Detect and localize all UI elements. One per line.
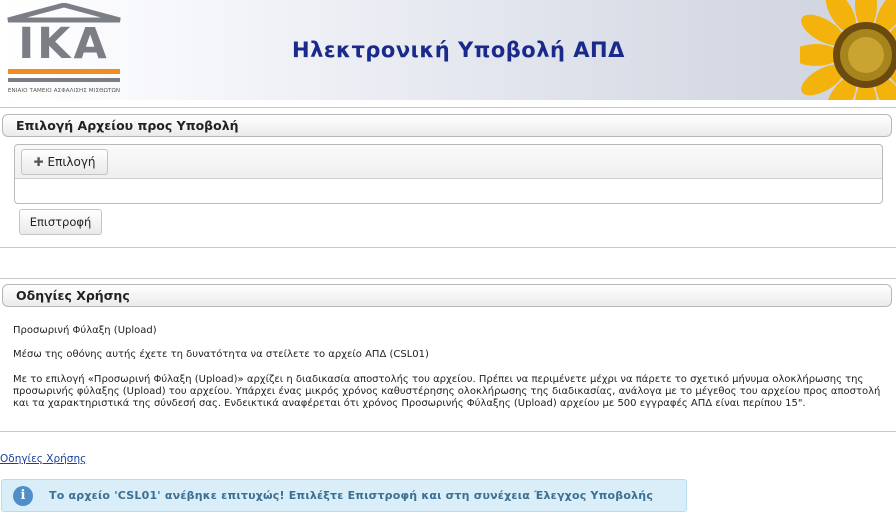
logo-text: IKA xyxy=(18,19,110,69)
success-message: i Το αρχείο 'CSL01' ανέβηκε επιτυχώς! Επ… xyxy=(1,479,687,512)
upload-area: ✚ Επιλογή xyxy=(14,144,883,204)
instructions-panel-header: Οδηγίες Χρήσης xyxy=(2,284,892,307)
page-title: Ηλεκτρονική Υποβολή ΑΠΔ xyxy=(292,38,625,62)
divider xyxy=(0,278,896,279)
help-link[interactable]: Οδηγίες Χρήσης xyxy=(0,453,86,465)
divider xyxy=(0,107,896,108)
upload-toolbar: ✚ Επιλογή xyxy=(15,145,882,179)
back-button[interactable]: Επιστροφή xyxy=(19,209,102,235)
instructions-line-2: Μέσω της οθόνης αυτής έχετε τη δυνατότητ… xyxy=(13,349,429,360)
divider xyxy=(0,431,896,432)
logo-subtitle: ΕΝΙΑΙΟ ΤΑΜΕΙΟ ΑΣΦΑΛΙΣΗΣ ΜΙΣΘΩΤΩΝ xyxy=(7,88,121,94)
divider xyxy=(0,247,896,248)
select-file-button[interactable]: ✚ Επιλογή xyxy=(21,149,108,175)
header-banner: IKA ΕΝΙΑΙΟ ΤΑΜΕΙΟ ΑΣΦΑΛΙΣΗΣ ΜΙΣΘΩΤΩΝ Ηλε… xyxy=(0,0,896,100)
info-icon: i xyxy=(13,486,33,506)
sunflower-image xyxy=(800,0,896,100)
success-message-text: Το αρχείο 'CSL01' ανέβηκε επιτυχώς! Επιλ… xyxy=(49,489,654,502)
plus-icon: ✚ xyxy=(33,155,44,169)
ika-logo: IKA ΕΝΙΑΙΟ ΤΑΜΕΙΟ ΑΣΦΑΛΙΣΗΣ ΜΙΣΘΩΤΩΝ xyxy=(6,3,122,97)
select-file-label: Επιλογή xyxy=(47,155,96,169)
instructions-panel-title: Οδηγίες Χρήσης xyxy=(16,288,130,303)
file-panel-title: Επιλογή Αρχείου προς Υποβολή xyxy=(16,118,239,133)
instructions-line-1: Προσωρινή Φύλαξη (Upload) xyxy=(13,325,157,336)
instructions-line-3: Με το επιλογή «Προσωρινή Φύλαξη (Upload)… xyxy=(13,374,881,409)
file-panel-header: Επιλογή Αρχείου προς Υποβολή xyxy=(2,114,892,137)
